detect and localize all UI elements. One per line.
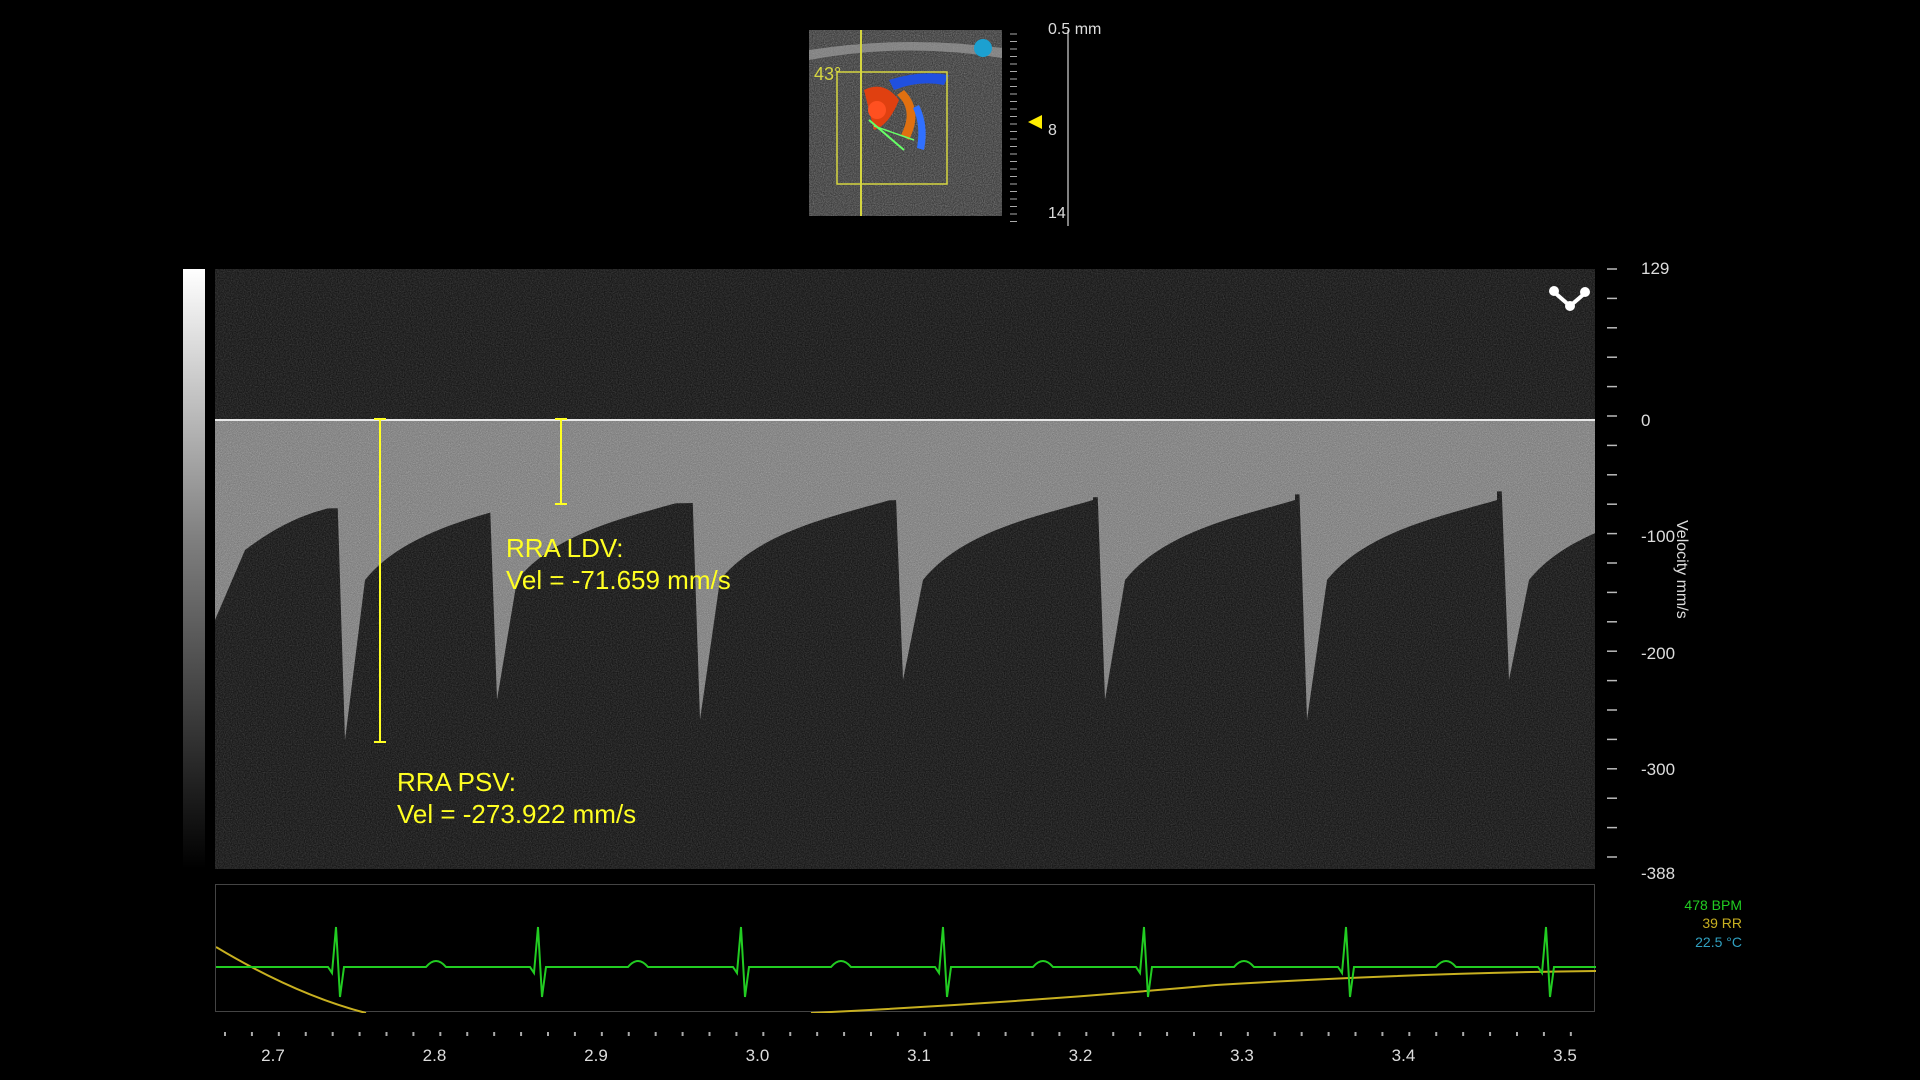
depth-bottom-label: 14 — [1048, 205, 1066, 222]
depth-mid-label: 8 — [1048, 122, 1057, 139]
thumbnail-image: 43° — [809, 30, 1002, 216]
angle-label: 43° — [814, 64, 841, 84]
measure-tool-icon[interactable] — [1544, 280, 1594, 314]
time-tick-label: 3.4 — [1391, 1046, 1416, 1065]
respiration-rate: 39 RR — [1702, 915, 1742, 931]
time-axis: 2.7 2.8 2.9 3.0 3.1 3.2 3.3 3.4 3.5 — [215, 1012, 1595, 1072]
velocity-tick: -200 — [1641, 644, 1676, 663]
time-tick-label: 3.1 — [907, 1046, 931, 1065]
time-tick-label: 3.5 — [1553, 1046, 1577, 1065]
physio-trace — [215, 926, 1597, 1014]
psv-value: Vel = -273.922 mm/s — [397, 799, 637, 829]
ldv-label: RRA LDV: — [506, 533, 624, 563]
time-tick-label: 2.8 — [422, 1046, 447, 1065]
time-tick-label: 2.9 — [584, 1046, 608, 1065]
time-tick-label: 3.2 — [1068, 1046, 1093, 1065]
depth-scale: 0.5 mm 8 14 — [1010, 21, 1130, 226]
temperature: 22.5 °C — [1695, 934, 1742, 950]
pw-doppler-spectrum[interactable]: RRA LDV: Vel = -71.659 mm/s RRA PSV: Vel… — [215, 269, 1595, 869]
velocity-tick: -388 — [1641, 864, 1676, 883]
depth-top-label: 0.5 mm — [1048, 21, 1102, 38]
psv-measurement: RRA PSV: Vel = -273.922 mm/s — [397, 766, 636, 830]
time-tick-label: 2.7 — [261, 1046, 285, 1065]
psv-label: RRA PSV: — [397, 767, 516, 797]
velocity-tick: 129 — [1641, 259, 1670, 278]
orientation-marker — [974, 39, 992, 57]
heart-rate: 478 BPM — [1684, 897, 1742, 913]
time-tick-label: 3.0 — [745, 1046, 770, 1065]
grayscale-bar — [183, 269, 205, 869]
physio-trace-panel — [215, 884, 1597, 1014]
ldv-measurement: RRA LDV: Vel = -71.659 mm/s — [506, 532, 731, 596]
velocity-tick: -100 — [1641, 527, 1676, 546]
velocity-tick: -300 — [1641, 760, 1676, 779]
respiration-trace — [215, 946, 1597, 1014]
focus-marker-icon[interactable] — [1026, 112, 1046, 132]
ldv-value: Vel = -71.659 mm/s — [506, 565, 731, 595]
ecg-trace — [216, 926, 1596, 998]
velocity-tick: 0 — [1641, 411, 1651, 430]
b-mode-thumbnail[interactable]: 43° — [809, 30, 1002, 216]
velocity-axis-title: Velocity mm/s — [1673, 520, 1690, 619]
time-tick-label: 3.3 — [1230, 1046, 1254, 1065]
velocity-axis: 129 0 -100 -200 -300 -388 — [1595, 259, 1715, 883]
